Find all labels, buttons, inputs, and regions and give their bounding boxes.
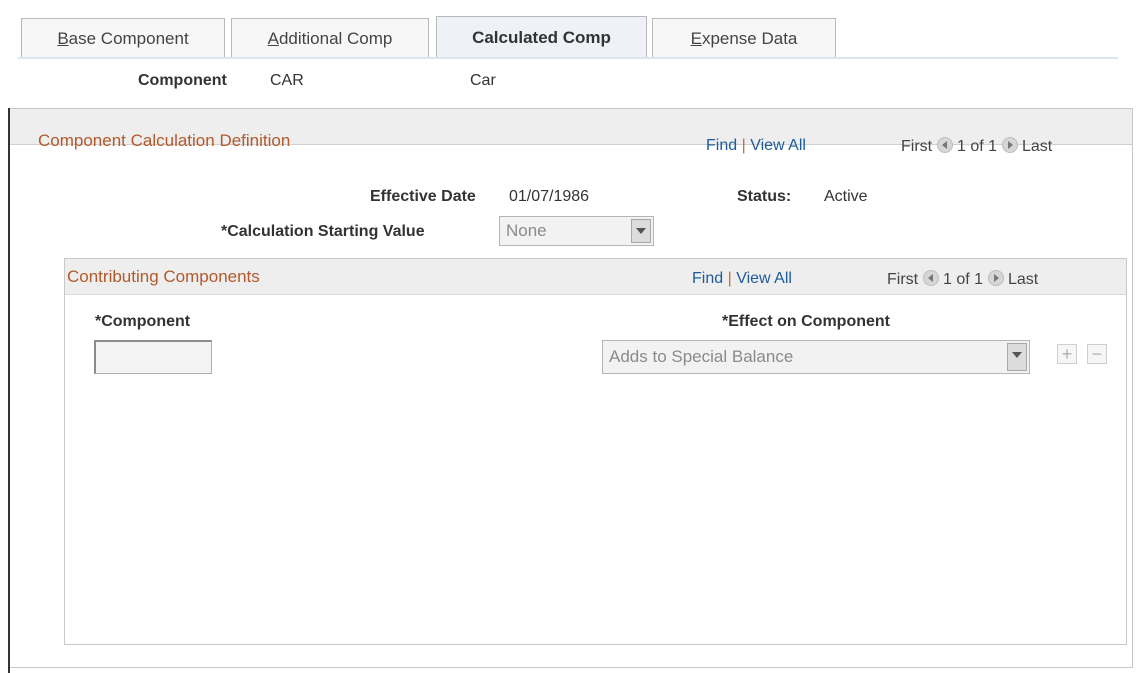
status-value: Active [824, 188, 868, 205]
starting-value-label: *Calculation Starting Value [221, 223, 425, 240]
component-name: Car [470, 72, 496, 89]
dropdown-arrow-icon[interactable] [631, 219, 651, 243]
find-link[interactable]: Find [692, 270, 723, 287]
effect-column-header: *Effect on Component [722, 313, 890, 330]
component-input[interactable] [94, 340, 212, 374]
last-label: Last [1007, 271, 1039, 288]
view-all-link[interactable]: View All [750, 137, 806, 154]
tab-label: Base Component [57, 28, 189, 48]
previous-arrow-icon[interactable] [922, 270, 939, 286]
component-code: CAR [270, 72, 304, 89]
calculation-definition-title: Component Calculation Definition [38, 131, 291, 150]
find-link[interactable]: Find [706, 137, 737, 154]
tab-calculated-comp[interactable]: Calculated Comp [436, 16, 647, 58]
status-label: Status: [737, 188, 792, 205]
nav-separator: | [727, 270, 732, 287]
calc-def-pager: First 1 of 1 Last [901, 137, 1052, 156]
view-all-link[interactable]: View All [736, 270, 792, 287]
effect-on-component-select[interactable]: Adds to Special Balance [602, 340, 1030, 374]
last-label: Last [1021, 138, 1053, 155]
next-arrow-icon[interactable] [1001, 137, 1018, 153]
tab-base-component[interactable]: Base Component [21, 18, 225, 58]
previous-arrow-icon[interactable] [936, 137, 953, 153]
tab-underline [18, 57, 1118, 59]
tab-expense-data[interactable]: Expense Data [652, 18, 836, 58]
contributing-components-title: Contributing Components [67, 267, 260, 286]
left-border [8, 108, 10, 673]
row-count: 1 of 1 [943, 271, 984, 288]
plus-icon: + [1061, 344, 1073, 364]
dropdown-arrow-icon[interactable] [1007, 343, 1027, 371]
contrib-navigation: Find | View All [692, 270, 792, 288]
component-label: Component [138, 72, 227, 89]
tab-additional-comp[interactable]: Additional Comp [231, 18, 429, 58]
effective-date-label: Effective Date [370, 188, 476, 205]
nav-separator: | [741, 137, 746, 154]
minus-icon: − [1091, 344, 1103, 364]
starting-value-select[interactable]: None [499, 216, 654, 246]
first-label: First [887, 271, 919, 288]
contributing-components-box [64, 258, 1127, 645]
tab-label: Expense Data [690, 28, 798, 48]
row-count: 1 of 1 [957, 138, 998, 155]
delete-row-button[interactable]: − [1087, 344, 1107, 364]
next-arrow-icon[interactable] [987, 270, 1004, 286]
calc-def-navigation: Find | View All [706, 137, 806, 155]
effective-date-value: 01/07/1986 [509, 188, 590, 205]
first-label: First [901, 138, 933, 155]
starting-value-text: None [506, 221, 547, 240]
effect-on-component-text: Adds to Special Balance [609, 347, 794, 366]
contrib-pager: First 1 of 1 Last [887, 270, 1038, 289]
tab-label: Calculated Comp [472, 27, 611, 47]
component-column-header: *Component [95, 313, 191, 330]
add-row-button[interactable]: + [1057, 344, 1077, 364]
tab-label: Additional Comp [267, 28, 393, 48]
